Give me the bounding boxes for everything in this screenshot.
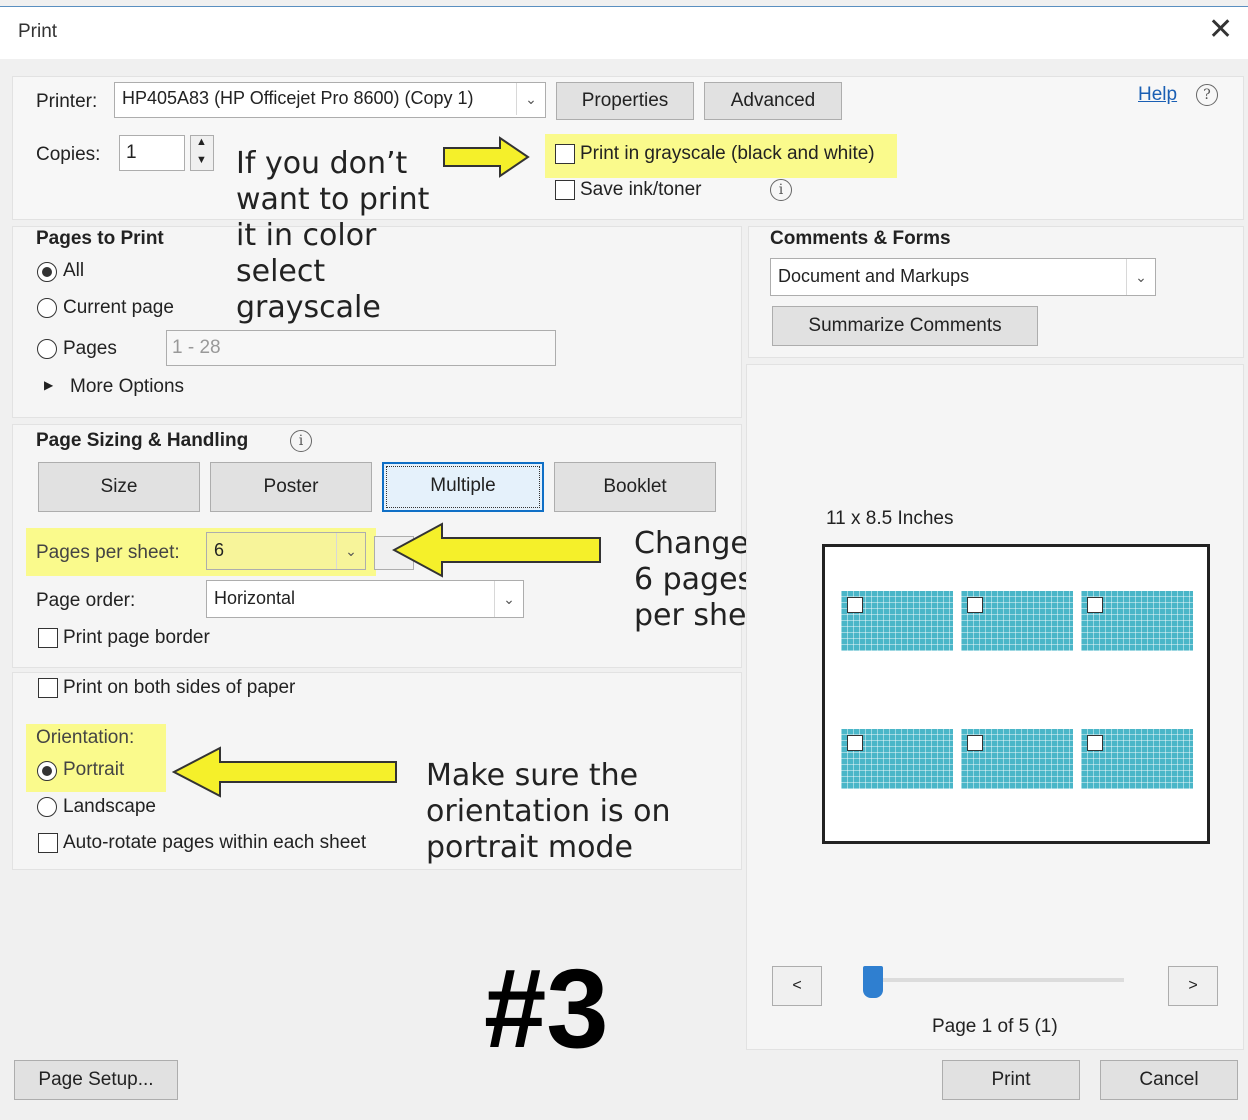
save-ink-info-icon[interactable]: i <box>770 179 792 201</box>
preview-page-thumbnail <box>1081 591 1193 651</box>
radio-portrait[interactable] <box>37 761 57 781</box>
title-bar: Print ✕ <box>0 6 1248 59</box>
copies-value: 1 <box>126 142 137 163</box>
help-icon[interactable]: ? <box>1196 84 1218 106</box>
printer-label: Printer: <box>36 91 98 112</box>
print-dialog: Print ✕ Printer: HP405A83 (HP Officejet … <box>0 0 1248 1120</box>
poster-button[interactable]: Poster <box>210 462 372 512</box>
next-page-button[interactable]: > <box>1168 966 1218 1006</box>
pages-range-value: 1 - 28 <box>172 337 221 358</box>
copies-stepper[interactable]: ▲ ▼ <box>190 135 214 171</box>
save-ink-label: Save ink/toner <box>580 179 702 200</box>
printer-select[interactable]: HP405A83 (HP Officejet Pro 8600) (Copy 1… <box>114 82 546 118</box>
page-sizing-info-icon[interactable]: i <box>290 430 312 452</box>
paper-size-label: 11 x 8.5 Inches <box>826 508 954 529</box>
grayscale-note: If you don’t want to print it in color s… <box>236 146 430 325</box>
comments-forms-heading: Comments & Forms <box>770 228 951 249</box>
stepper-up-icon[interactable]: ▲ <box>196 136 207 148</box>
orientation-note: Make sure the orientation is on portrait… <box>426 758 671 865</box>
save-ink-checkbox[interactable] <box>555 180 575 200</box>
both-sides-label: Print on both sides of paper <box>63 677 296 698</box>
preview-page-thumbnail <box>841 591 953 651</box>
multiple-button[interactable]: Multiple <box>382 462 544 512</box>
copies-label: Copies: <box>36 144 101 165</box>
grayscale-checkbox[interactable] <box>555 144 575 164</box>
copies-input[interactable]: 1 <box>119 135 185 171</box>
expand-triangle-icon[interactable]: ▶ <box>44 378 53 392</box>
window-title: Print <box>18 21 58 42</box>
close-icon[interactable]: ✕ <box>1208 15 1233 45</box>
both-sides-checkbox[interactable] <box>38 678 58 698</box>
step-label: #3 <box>484 946 609 1071</box>
comments-select[interactable]: Document and Markups ⌄ <box>770 258 1156 296</box>
chevron-down-icon: ⌄ <box>1126 259 1155 295</box>
radio-current-page-label: Current page <box>63 297 174 318</box>
orientation-label: Orientation: <box>36 727 135 748</box>
pages-per-sheet-value: 6 <box>214 540 225 560</box>
summarize-comments-button[interactable]: Summarize Comments <box>772 306 1038 346</box>
page-slider-track[interactable] <box>866 978 1124 982</box>
page-order-value: Horizontal <box>214 588 296 608</box>
print-border-label: Print page border <box>63 627 210 648</box>
stepper-down-icon[interactable]: ▼ <box>196 154 207 166</box>
pages-per-sheet-arrow <box>392 522 601 578</box>
comments-value: Document and Markups <box>778 266 970 286</box>
preview-page-thumbnail <box>841 729 953 789</box>
pages-to-print-heading: Pages to Print <box>36 228 164 249</box>
radio-all[interactable] <box>37 262 57 282</box>
auto-rotate-label: Auto-rotate pages within each sheet <box>63 832 367 853</box>
booklet-button[interactable]: Booklet <box>554 462 716 512</box>
chevron-down-icon: ⌄ <box>516 83 545 115</box>
advanced-button[interactable]: Advanced <box>704 82 842 120</box>
cancel-button[interactable]: Cancel <box>1100 1060 1238 1100</box>
page-slider-thumb[interactable] <box>863 966 883 998</box>
chevron-down-icon: ⌄ <box>494 581 523 617</box>
printer-value: HP405A83 (HP Officejet Pro 8600) (Copy 1… <box>122 88 474 108</box>
page-order-label: Page order: <box>36 590 136 611</box>
print-border-checkbox[interactable] <box>38 628 58 648</box>
preview-sheet <box>822 544 1210 844</box>
print-button[interactable]: Print <box>942 1060 1080 1100</box>
preview-page-thumbnail <box>1081 729 1193 789</box>
radio-pages[interactable] <box>37 339 57 359</box>
preview-page-thumbnail <box>961 591 1073 651</box>
radio-landscape-label: Landscape <box>63 796 156 817</box>
page-sizing-heading: Page Sizing & Handling <box>36 430 249 451</box>
page-setup-button[interactable]: Page Setup... <box>14 1060 178 1100</box>
pages-per-sheet-label: Pages per sheet: <box>36 542 180 563</box>
grayscale-arrow <box>443 136 530 178</box>
pages-range-input[interactable]: 1 - 28 <box>166 330 556 366</box>
radio-pages-label: Pages <box>63 338 117 359</box>
help-link[interactable]: Help <box>1138 84 1177 106</box>
size-button[interactable]: Size <box>38 462 200 512</box>
preview-page-thumbnail <box>961 729 1073 789</box>
page-indicator: Page 1 of 5 (1) <box>932 1016 1058 1037</box>
more-options-label[interactable]: More Options <box>70 376 184 398</box>
orientation-arrow <box>172 746 397 798</box>
auto-rotate-checkbox[interactable] <box>38 833 58 853</box>
grayscale-label: Print in grayscale (black and white) <box>580 143 875 164</box>
radio-current-page[interactable] <box>37 298 57 318</box>
radio-all-label: All <box>63 260 85 281</box>
radio-portrait-label: Portrait <box>63 759 125 780</box>
properties-button[interactable]: Properties <box>556 82 694 120</box>
prev-page-button[interactable]: < <box>772 966 822 1006</box>
radio-landscape[interactable] <box>37 797 57 817</box>
chevron-down-icon: ⌄ <box>336 533 365 569</box>
pages-per-sheet-select[interactable]: 6 ⌄ <box>206 532 366 570</box>
page-order-select[interactable]: Horizontal ⌄ <box>206 580 524 618</box>
